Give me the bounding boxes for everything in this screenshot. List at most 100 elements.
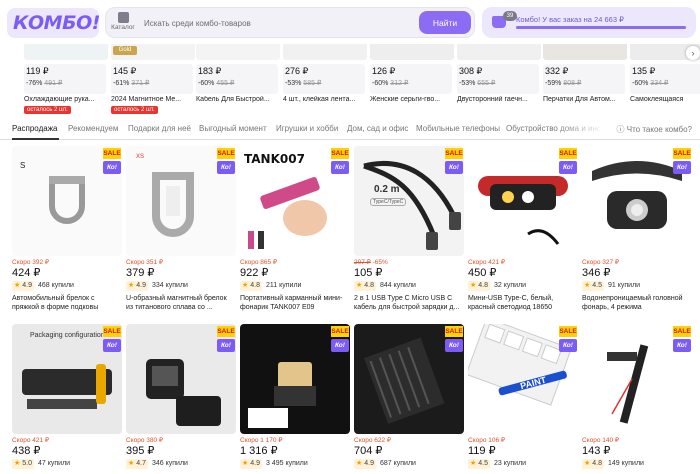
sale-badge: SALE bbox=[103, 326, 121, 337]
bought-count: 468 купили bbox=[38, 282, 74, 289]
product-image[interactable]: TANK007 SALE Ко! bbox=[240, 146, 350, 256]
deal-strip-item[interactable]: 126 ₽ -60% 312 ₽ Женские серьги-гво... bbox=[370, 44, 454, 114]
catalog-button[interactable]: Каталог bbox=[109, 10, 137, 36]
product-title[interactable]: U-образный магнитный брелок из титановог… bbox=[126, 294, 234, 312]
product-price: 346 ₽ bbox=[582, 267, 611, 279]
deal-discount: -53% 585 ₽ bbox=[285, 79, 363, 87]
deal-discount: -60% 334 ₽ bbox=[632, 79, 700, 87]
rating-badge: ★ 4.9 bbox=[240, 459, 262, 469]
cart-progress-fill bbox=[516, 26, 686, 29]
bought-count: 3 495 купили bbox=[266, 460, 308, 467]
product-price: 922 ₽ bbox=[240, 267, 269, 279]
deal-discount: -61% 371 ₽ bbox=[113, 79, 191, 87]
old-price: 207 ₽ bbox=[354, 259, 371, 266]
logo[interactable]: КОМБО! bbox=[7, 8, 100, 38]
deal-strip-item[interactable]: 276 ₽ -53% 585 ₽ 4 шт., клейкая лента... bbox=[283, 44, 367, 114]
product-title[interactable]: Мини-USB Type-C, белый, красный светодио… bbox=[468, 294, 576, 312]
product-title[interactable]: Портативный карманный мини-фонарик TANK0… bbox=[240, 294, 348, 312]
product-image[interactable]: SALE Ко! bbox=[240, 324, 350, 434]
product-title[interactable]: Водонепроницаемый головной фонарь, 4 реж… bbox=[582, 294, 690, 312]
combo-badge: Ко! bbox=[445, 339, 463, 352]
product-title[interactable]: 2 в 1 USB Type C Micro USB C кабель для … bbox=[354, 294, 462, 312]
product-image[interactable]: 0.2 m TypeC/TypeC SALE Ко! bbox=[354, 146, 464, 256]
search-bar: Каталог Найти bbox=[105, 7, 475, 38]
deal-title: Двусторонний гаечн... bbox=[457, 96, 528, 103]
cable-length-text: 0.2 m bbox=[374, 184, 400, 195]
sale-badge: SALE bbox=[217, 326, 235, 337]
product-image[interactable]: XS SALE Ко! bbox=[126, 146, 236, 256]
cart-summary[interactable]: 39 Комбо! У вас заказ на 24 663 ₽ bbox=[482, 7, 696, 38]
tab-6[interactable]: Дом, сад и офис bbox=[347, 124, 408, 133]
deal-discount-percent: -60% bbox=[372, 80, 391, 87]
upcoming-price: Скоро 1 170 ₽ bbox=[240, 437, 283, 444]
rating-value: 4.9 bbox=[134, 282, 146, 289]
tab-3[interactable]: Подарки для неё bbox=[128, 124, 191, 133]
tab-7[interactable]: Мобильные телефоны bbox=[416, 124, 500, 133]
tab-1[interactable]: Распродажа bbox=[12, 124, 58, 133]
product-image[interactable]: PAINT SALE Ко! bbox=[468, 324, 578, 434]
deal-title: 4 шт., клейкая лента... bbox=[283, 96, 356, 103]
deal-strip-item[interactable]: 183 ₽ -60% 455 ₽ Кабель Для Быстрой... bbox=[196, 44, 280, 114]
search-button[interactable]: Найти bbox=[419, 11, 471, 34]
product-image[interactable]: SALE Ко! bbox=[126, 324, 236, 434]
rating-value: 4.8 bbox=[590, 460, 602, 467]
rating-value: 4.7 bbox=[134, 460, 146, 467]
cable-type-text: TypeC/TypeC bbox=[370, 198, 407, 206]
combo-badge: Ко! bbox=[673, 339, 691, 352]
product-image[interactable]: Packaging configuration SALE Ко! bbox=[12, 324, 122, 434]
rating-badge: ★ 5.0 bbox=[12, 459, 34, 469]
product-rating: ★ 4.8 844 купили bbox=[354, 281, 416, 291]
info-icon: ⓘ bbox=[616, 125, 625, 134]
product-image[interactable]: SALE Ко! bbox=[468, 146, 578, 256]
faq-label: Что такое комбо? bbox=[626, 125, 692, 134]
product-image[interactable]: SALE Ко! bbox=[582, 146, 692, 256]
product-price: 395 ₽ bbox=[126, 445, 155, 457]
sale-badge: SALE bbox=[445, 326, 463, 337]
deal-discount: -60% 312 ₽ bbox=[372, 79, 450, 87]
deal-title: Самоклеящаяся bbox=[630, 96, 684, 103]
faq-link[interactable]: ⓘ Что такое комбо? bbox=[610, 124, 692, 135]
stock-left-badge: осталось 2 шт. bbox=[111, 106, 158, 114]
deal-strip-item[interactable]: Gold 145 ₽ -61% 371 ₽ 2024 Магнитное Ме... о… bbox=[111, 44, 195, 114]
upcoming-price: Скоро 421 ₽ bbox=[12, 437, 50, 444]
product-rating: ★ 4.8 211 купили bbox=[240, 281, 301, 291]
deal-price-box: 308 ₽ -53% 655 ₽ bbox=[457, 64, 539, 94]
rating-badge: ★ 4.8 bbox=[582, 459, 604, 469]
deal-title: Перчатки Для Автом... bbox=[543, 96, 616, 103]
deal-image: Gold bbox=[111, 44, 195, 60]
product-rating: ★ 4.9 468 купили bbox=[12, 281, 74, 291]
deal-discount-percent: -53% bbox=[285, 80, 304, 87]
product-image[interactable]: SALE Ко! bbox=[582, 324, 692, 434]
deal-old-price: 371 ₽ bbox=[131, 80, 150, 87]
sale-badge: SALE bbox=[673, 326, 691, 337]
upcoming-price: Скоро 327 ₽ bbox=[582, 259, 620, 266]
bought-count: 687 купили bbox=[380, 460, 416, 467]
sale-badge: SALE bbox=[331, 148, 349, 159]
tab-4[interactable]: Выгодный момент bbox=[199, 124, 267, 133]
cart-total-text: Комбо! У вас заказ на 24 663 ₽ bbox=[516, 15, 624, 24]
deal-old-price: 312 ₽ bbox=[390, 80, 409, 87]
rating-value: 4.9 bbox=[362, 460, 374, 467]
old-price-line: 207 ₽ -65% bbox=[354, 258, 388, 266]
search-input[interactable] bbox=[144, 15, 394, 31]
deal-price: 308 ₽ bbox=[459, 66, 483, 76]
rating-value: 4.5 bbox=[476, 460, 488, 467]
next-arrow-icon[interactable]: › bbox=[686, 46, 700, 60]
deal-price-box: 276 ₽ -53% 585 ₽ bbox=[283, 64, 365, 94]
tab-5[interactable]: Игрушки и хобби bbox=[276, 124, 338, 133]
product-title[interactable]: Автомобильный брелок с пряжкой в форме п… bbox=[12, 294, 120, 312]
bought-count: 211 купили bbox=[266, 282, 302, 289]
deal-image bbox=[543, 44, 627, 60]
deal-price-box: 332 ₽ -59% 808 ₽ bbox=[543, 64, 625, 94]
product-image[interactable]: S SALE Ко! bbox=[12, 146, 122, 256]
deal-old-price: 455 ₽ bbox=[216, 80, 235, 87]
deal-strip-item[interactable]: 308 ₽ -53% 655 ₽ Двусторонний гаечн... bbox=[457, 44, 541, 114]
deal-strip-item[interactable]: 332 ₽ -59% 808 ₽ Перчатки Для Автом... bbox=[543, 44, 627, 114]
deal-price-box: 119 ₽ -76% 491 ₽ bbox=[24, 64, 106, 94]
product-price: 379 ₽ bbox=[126, 267, 155, 279]
tab-2[interactable]: Рекомендуем bbox=[68, 124, 118, 133]
deal-strip-item[interactable]: 119 ₽ -76% 491 ₽ Охлаждающие рука... остало… bbox=[24, 44, 108, 114]
combo-badge: Ко! bbox=[331, 161, 349, 174]
sale-badge: SALE bbox=[559, 148, 577, 159]
product-image[interactable]: SALE Ко! bbox=[354, 324, 464, 434]
